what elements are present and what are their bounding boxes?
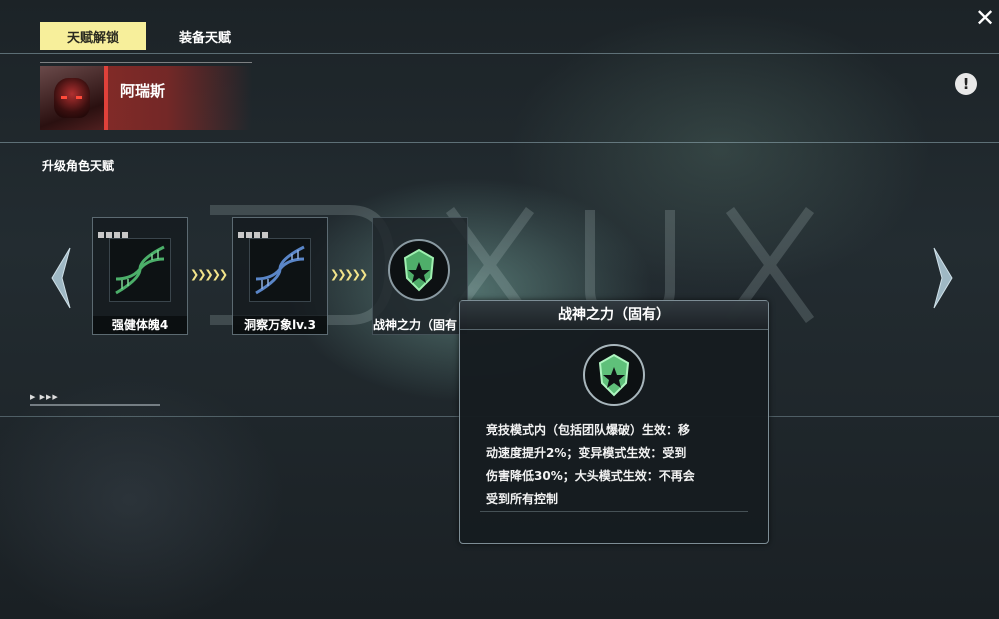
avatar [40,66,104,130]
talent-label: 强健体魄4 [93,316,187,334]
chevrons-right-icon: ❯❯❯❯❯ [330,268,368,281]
description-line: 受到所有控制 [486,492,559,506]
avatar-eye [61,96,67,99]
description-line: 伤害降低30%；大头模式生效：不再会 [486,469,695,483]
dna-helix-icon [255,245,305,295]
close-icon[interactable]: ✕ [973,6,997,30]
talent-card-selected[interactable]: 战神之力（固有 [372,217,468,335]
shield-emblem-icon [388,239,450,301]
talent-card[interactable]: 洞察万象lv.3 [232,217,328,335]
chevron-left-icon[interactable] [48,246,72,310]
divider [40,62,252,63]
chevrons-right-icon: ❯❯❯❯❯ [190,268,228,281]
hero-name: 阿瑞斯 [120,82,166,100]
tab-talent-unlock[interactable]: 天赋解锁 [40,22,146,50]
hero-accent-bar [104,66,108,130]
avatar-face [54,78,90,118]
chevron-right-icon[interactable] [932,246,956,310]
talent-label: 洞察万象lv.3 [233,316,327,334]
tab-equip-talent[interactable]: 装备天赋 [160,22,250,50]
divider [480,511,748,512]
talent-art [109,238,171,302]
description-line: 动速度提升2%；变异模式生效：受到 [486,446,687,460]
shield-emblem-icon [583,344,645,406]
progress-bar [30,404,160,406]
alert-icon[interactable]: ! [955,73,977,95]
section-title: 升级角色天赋 [42,159,115,173]
playback-controls[interactable]: ▶ ▶▶▶ [30,393,59,401]
talent-tooltip: 战神之力（固有） 竞技模式内（包括团队爆破）生效：移 动速度提升2%；变异模式生… [459,300,769,544]
divider [0,142,999,143]
divider [0,53,999,54]
tooltip-description: 竞技模式内（包括团队爆破）生效：移 动速度提升2%；变异模式生效：受到 伤害降低… [486,419,748,511]
talent-card[interactable]: 强健体魄4 [92,217,188,335]
description-line: 竞技模式内（包括团队爆破）生效：移 [486,423,691,437]
avatar-eye [76,96,82,99]
dna-helix-icon [115,245,165,295]
talent-art [249,238,311,302]
tooltip-title: 战神之力（固有） [460,301,768,330]
